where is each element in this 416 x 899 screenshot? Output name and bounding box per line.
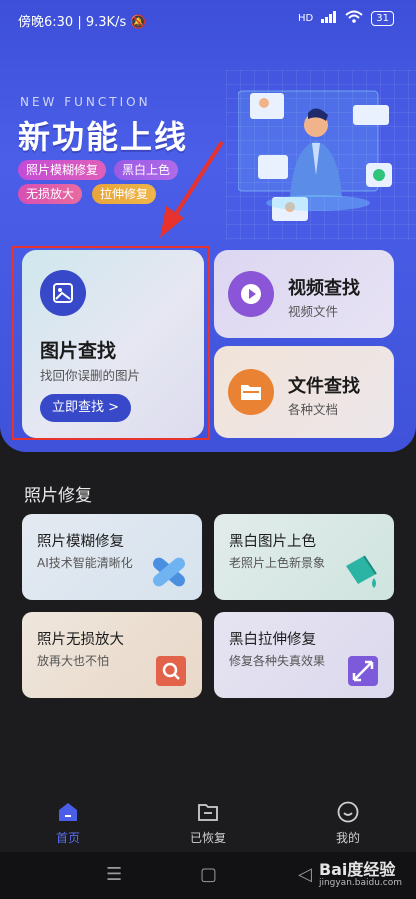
tag-blur-repair: 照片模糊修复 xyxy=(18,160,107,180)
back-key-icon[interactable]: ◁ xyxy=(298,864,312,885)
hero-subtitle: NEW FUNCTION xyxy=(20,95,151,109)
play-icon xyxy=(228,271,274,317)
signal-icon xyxy=(321,10,337,26)
video-find-title: 视频查找 xyxy=(288,278,360,299)
stretch-repair-card[interactable]: 黑白拉伸修复 修复各种失真效果 xyxy=(214,612,394,698)
nav-mine[interactable]: 我的 xyxy=(308,800,388,846)
nav-mine-label: 我的 xyxy=(335,831,360,845)
file-find-title: 文件查找 xyxy=(288,376,360,397)
tag-lossless-zoom: 无损放大 xyxy=(18,184,83,204)
folder-file-icon xyxy=(228,369,274,415)
paint-bucket-icon xyxy=(346,555,377,588)
blur-repair-title: 照片模糊修复 xyxy=(37,534,124,550)
watermark-brand: Bai度经验 xyxy=(318,860,396,879)
hero-illustration xyxy=(238,90,392,221)
mute-icon: 🔕 xyxy=(130,15,147,30)
colorize-title: 黑白图片上色 xyxy=(229,534,316,550)
file-find-subtitle: 各种文档 xyxy=(288,402,339,417)
nav-recovered-label: 已恢复 xyxy=(189,831,226,845)
status-speed: 9.3K/s xyxy=(85,15,127,30)
bandage-icon xyxy=(153,557,185,587)
magnify-icon xyxy=(156,656,186,686)
smile-icon xyxy=(337,801,359,823)
wifi-icon xyxy=(345,10,363,26)
blur-repair-card[interactable]: 照片模糊修复 AI技术智能清晰化 xyxy=(22,514,202,600)
video-find-card[interactable]: 视频查找 视频文件 xyxy=(214,250,394,338)
home-key-icon[interactable]: ▢ xyxy=(200,864,217,885)
tag-stretch-repair: 拉伸修复 xyxy=(92,184,157,204)
battery-indicator: 31 xyxy=(371,10,394,26)
colorize-subtitle: 老照片上色新景象 xyxy=(229,556,326,570)
folder-icon xyxy=(198,804,218,821)
nav-home[interactable]: 首页 xyxy=(28,800,108,846)
stretch-repair-title: 黑白拉伸修复 xyxy=(229,632,316,648)
repair-section-title: 照片修复 xyxy=(24,486,92,506)
video-find-subtitle: 视频文件 xyxy=(288,304,339,319)
network-label: HD xyxy=(298,12,314,24)
nav-recovered[interactable]: 已恢复 xyxy=(168,800,248,846)
highlight-frame xyxy=(12,246,210,440)
colorize-card[interactable]: 黑白图片上色 老照片上色新景象 xyxy=(214,514,394,600)
status-bar: 傍晚6:30 | 9.3K/s 🔕 HD 31 xyxy=(0,0,416,36)
menu-key-icon[interactable]: ☰ xyxy=(106,864,122,885)
expand-icon xyxy=(348,656,378,686)
lossless-zoom-card[interactable]: 照片无损放大 放再大也不怕 xyxy=(22,612,202,698)
nav-home-label: 首页 xyxy=(55,831,80,845)
home-icon xyxy=(59,803,77,821)
bottom-nav: 首页 已恢复 我的 xyxy=(0,790,416,852)
arrow-annotation xyxy=(160,140,224,238)
file-find-card[interactable]: 文件查找 各种文档 xyxy=(214,346,394,438)
status-time: 傍晚6:30 xyxy=(18,15,74,30)
stretch-repair-subtitle: 修复各种失真效果 xyxy=(229,654,326,668)
lossless-zoom-title: 照片无损放大 xyxy=(37,632,124,648)
blur-repair-subtitle: AI技术智能清晰化 xyxy=(37,556,133,570)
watermark: Bai度经验 jingyan.baidu.com xyxy=(319,856,402,888)
watermark-url: jingyan.baidu.com xyxy=(318,878,402,888)
lossless-zoom-subtitle: 放再大也不怕 xyxy=(37,654,110,668)
